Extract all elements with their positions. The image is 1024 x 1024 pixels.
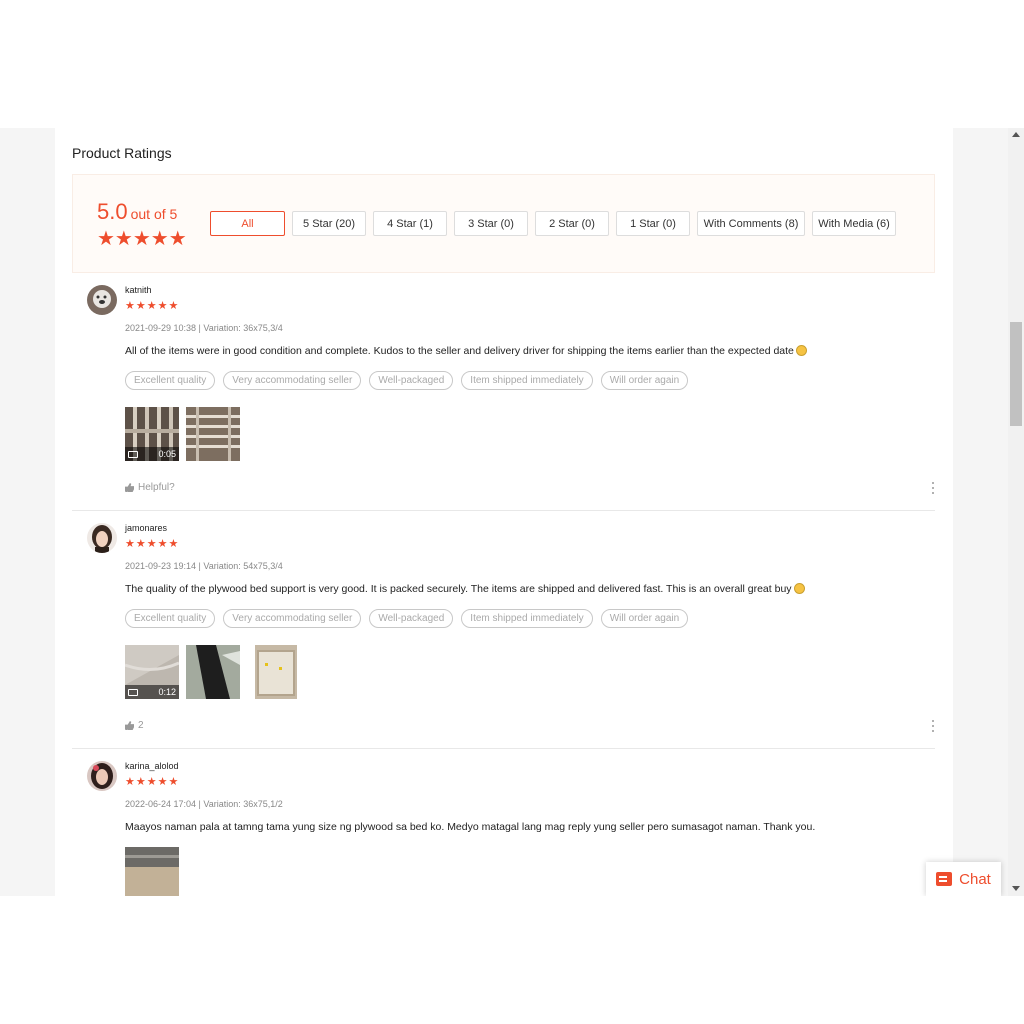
product-ratings-panel: Product Ratings 5.0 out of 5 ★★★★★ All 5 … xyxy=(55,128,953,896)
video-camera-icon xyxy=(128,450,138,458)
video-bar: 0:12 xyxy=(125,685,179,699)
review-tags: Excellent quality Very accommodating sel… xyxy=(125,371,696,390)
smile-emoji-icon xyxy=(795,345,807,356)
chat-button[interactable]: Chat xyxy=(926,862,1001,896)
review-media xyxy=(125,847,186,896)
section-title: Product Ratings xyxy=(72,145,172,161)
avatar[interactable] xyxy=(87,523,117,553)
review-tags: Excellent quality Very accommodating sel… xyxy=(125,609,696,628)
review-comment-text: All of the items were in good condition … xyxy=(125,345,794,357)
video-duration: 0:12 xyxy=(158,687,176,697)
average-score: 5.0 out of 5 xyxy=(97,199,177,225)
review-media: 0:12 xyxy=(125,645,304,699)
vertical-scrollbar[interactable] xyxy=(1008,128,1024,896)
review-stars: ★★★★★ xyxy=(125,776,180,788)
scroll-up-arrow-icon[interactable] xyxy=(1012,132,1020,137)
scrollbar-thumb[interactable] xyxy=(1010,322,1022,426)
helpful-button[interactable]: 2 xyxy=(125,720,144,731)
review-photo-thumbnail[interactable] xyxy=(125,847,179,896)
review-tag: Very accommodating seller xyxy=(223,371,362,390)
review-tag: Will order again xyxy=(600,609,689,628)
review-tag: Excellent quality xyxy=(125,609,216,628)
chat-icon xyxy=(936,872,953,886)
review-tag: Excellent quality xyxy=(125,371,216,390)
rating-overview: 5.0 out of 5 ★★★★★ All 5 Star (20) 4 Star… xyxy=(72,174,935,273)
review-tag: Well-packaged xyxy=(369,609,454,628)
review-item: jamonares ★★★★★ 2021-09-23 19:14 | Varia… xyxy=(72,511,935,749)
review-media: 0:05 xyxy=(125,407,247,461)
score-out-of: out of 5 xyxy=(130,206,178,222)
helpful-count: 2 xyxy=(138,720,144,731)
review-comment-text: The quality of the plywood bed support i… xyxy=(125,583,792,595)
review-author[interactable]: jamonares xyxy=(125,523,167,533)
review-tag: Will order again xyxy=(600,371,689,390)
review-meta: 2022-06-24 17:04 | Variation: 36x75,1/2 xyxy=(125,799,283,809)
more-options-icon[interactable] xyxy=(932,482,935,494)
score-value: 5.0 xyxy=(97,199,128,224)
average-stars: ★★★★★ xyxy=(97,228,187,250)
review-comment: All of the items were in good condition … xyxy=(125,345,915,357)
browser-viewport: Product Ratings 5.0 out of 5 ★★★★★ All 5 … xyxy=(0,128,1024,896)
review-stars: ★★★★★ xyxy=(125,300,180,312)
review-tag: Item shipped immediately xyxy=(461,609,593,628)
review-item: karina_alolod ★★★★★ 2022-06-24 17:04 | V… xyxy=(72,749,935,896)
review-comment: Maayos naman pala at tamng tama yung siz… xyxy=(125,821,816,833)
scroll-down-arrow-icon[interactable] xyxy=(1012,886,1020,891)
filter-3-star[interactable]: 3 Star (0) xyxy=(454,211,528,236)
video-camera-icon xyxy=(128,688,138,696)
helpful-button[interactable]: Helpful? xyxy=(125,482,175,493)
review-tag: Well-packaged xyxy=(369,371,454,390)
rating-filters: All 5 Star (20) 4 Star (1) 3 Star (0) 2 … xyxy=(210,211,903,236)
filter-with-comments[interactable]: With Comments (8) xyxy=(697,211,805,236)
smile-emoji-icon xyxy=(793,583,805,594)
thumbs-up-icon xyxy=(125,483,134,492)
review-author[interactable]: karina_alolod xyxy=(125,761,179,771)
review-video-thumbnail[interactable]: 0:12 xyxy=(125,645,179,699)
thumbs-up-icon xyxy=(125,721,134,730)
avatar[interactable] xyxy=(87,285,117,315)
video-bar: 0:05 xyxy=(125,447,179,461)
review-tag: Very accommodating seller xyxy=(223,609,362,628)
review-author[interactable]: katnith xyxy=(125,285,152,295)
review-photo-thumbnail[interactable] xyxy=(255,645,297,699)
filter-1-star[interactable]: 1 Star (0) xyxy=(616,211,690,236)
video-duration: 0:05 xyxy=(158,449,176,459)
filter-2-star[interactable]: 2 Star (0) xyxy=(535,211,609,236)
filter-5-star[interactable]: 5 Star (20) xyxy=(292,211,366,236)
review-video-thumbnail[interactable]: 0:05 xyxy=(125,407,179,461)
more-options-icon[interactable] xyxy=(932,720,935,732)
filter-4-star[interactable]: 4 Star (1) xyxy=(373,211,447,236)
helpful-label: Helpful? xyxy=(138,482,175,493)
review-stars: ★★★★★ xyxy=(125,538,180,550)
review-photo-thumbnail[interactable] xyxy=(186,645,240,699)
review-meta: 2021-09-29 10:38 | Variation: 36x75,3/4 xyxy=(125,323,283,333)
review-photo-thumbnail[interactable] xyxy=(186,407,240,461)
review-tag: Item shipped immediately xyxy=(461,371,593,390)
avatar[interactable] xyxy=(87,761,117,791)
review-meta: 2021-09-23 19:14 | Variation: 54x75,3/4 xyxy=(125,561,283,571)
review-item: katnith ★★★★★ 2021-09-29 10:38 | Variati… xyxy=(72,273,935,511)
chat-label: Chat xyxy=(959,870,991,888)
filter-all[interactable]: All xyxy=(210,211,285,236)
review-comment: The quality of the plywood bed support i… xyxy=(125,583,915,595)
filter-with-media[interactable]: With Media (6) xyxy=(812,211,896,236)
